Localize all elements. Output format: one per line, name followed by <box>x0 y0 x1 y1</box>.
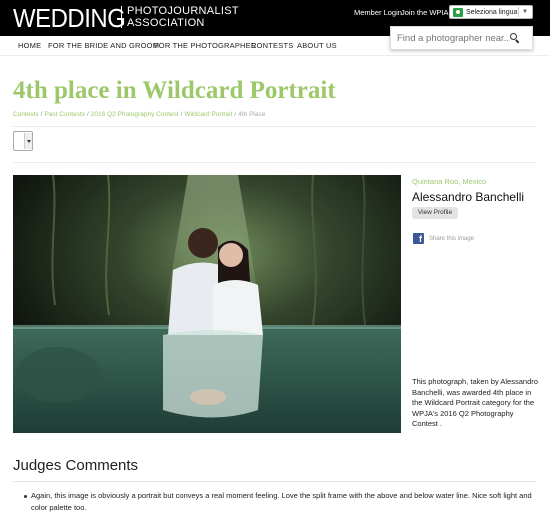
judge-comment: Again, this image is obviously a portrai… <box>31 491 532 512</box>
language-select-label: Seleziona lingua <box>466 8 518 16</box>
divider <box>13 162 536 163</box>
nav-item-about[interactable]: ABOUT US <box>297 41 337 51</box>
divider <box>13 126 536 127</box>
google-translate-icon <box>453 7 463 17</box>
nav-item-bride-groom[interactable]: FOR THE BRIDE AND GROOM <box>48 41 159 51</box>
member-login-link[interactable]: Member Login <box>354 8 402 18</box>
breadcrumb-category[interactable]: Wildcard Portrait <box>184 111 232 118</box>
nav-item-home[interactable]: HOME <box>18 41 41 51</box>
logo-association[interactable]: PHOTOJOURNALIST ASSOCIATION <box>127 5 239 29</box>
divider <box>13 481 536 482</box>
page-title: 4th place in Wildcard Portrait <box>13 77 336 104</box>
select-dropdown[interactable] <box>13 131 33 151</box>
join-link[interactable]: Join the WPIA <box>401 8 449 18</box>
photographer-name[interactable]: Alessandro Banchelli <box>412 190 524 205</box>
facebook-icon[interactable]: f <box>413 233 424 244</box>
breadcrumb: Contests / Past Contests/2016 Q2 Photograp… <box>13 111 266 118</box>
search-input[interactable] <box>397 32 509 44</box>
view-profile-button[interactable]: View Profile <box>412 207 458 219</box>
logo-line-2: ASSOCIATION <box>127 17 205 29</box>
breadcrumb-contests[interactable]: Contests <box>13 111 39 118</box>
breadcrumb-current: 4th Place <box>238 111 266 118</box>
nav-item-contests[interactable]: CONTESTS <box>251 41 293 51</box>
photo-location[interactable]: Quintana Roo, Mexico <box>412 177 486 187</box>
nav-item-photographer[interactable]: FOR THE PHOTOGRAPHER <box>154 41 257 51</box>
language-select-separator <box>518 7 520 17</box>
language-select[interactable]: Seleziona lingua ▼ <box>449 5 533 19</box>
logo-line-1: PHOTOJOURNALIST <box>127 5 239 17</box>
chevron-down-icon: ▼ <box>522 9 528 15</box>
chevron-down-icon <box>24 133 32 149</box>
judges-comments-heading: Judges Comments <box>13 457 139 474</box>
breadcrumb-contest[interactable]: 2016 Q2 Photography Contest <box>91 111 179 118</box>
photographer-search <box>390 26 533 50</box>
logo-divider <box>121 6 122 28</box>
bullet-icon <box>24 495 27 498</box>
contest-photo[interactable] <box>13 175 401 433</box>
logo-wedding[interactable]: WEDDING <box>13 3 126 33</box>
photo-caption: This photograph, taken by Alessandro Ban… <box>412 377 538 428</box>
breadcrumb-past-contests[interactable]: Past Contests <box>44 111 84 118</box>
share-link[interactable]: Share this image <box>429 235 474 243</box>
photo-illustration <box>13 175 401 433</box>
search-icon[interactable] <box>509 32 521 44</box>
